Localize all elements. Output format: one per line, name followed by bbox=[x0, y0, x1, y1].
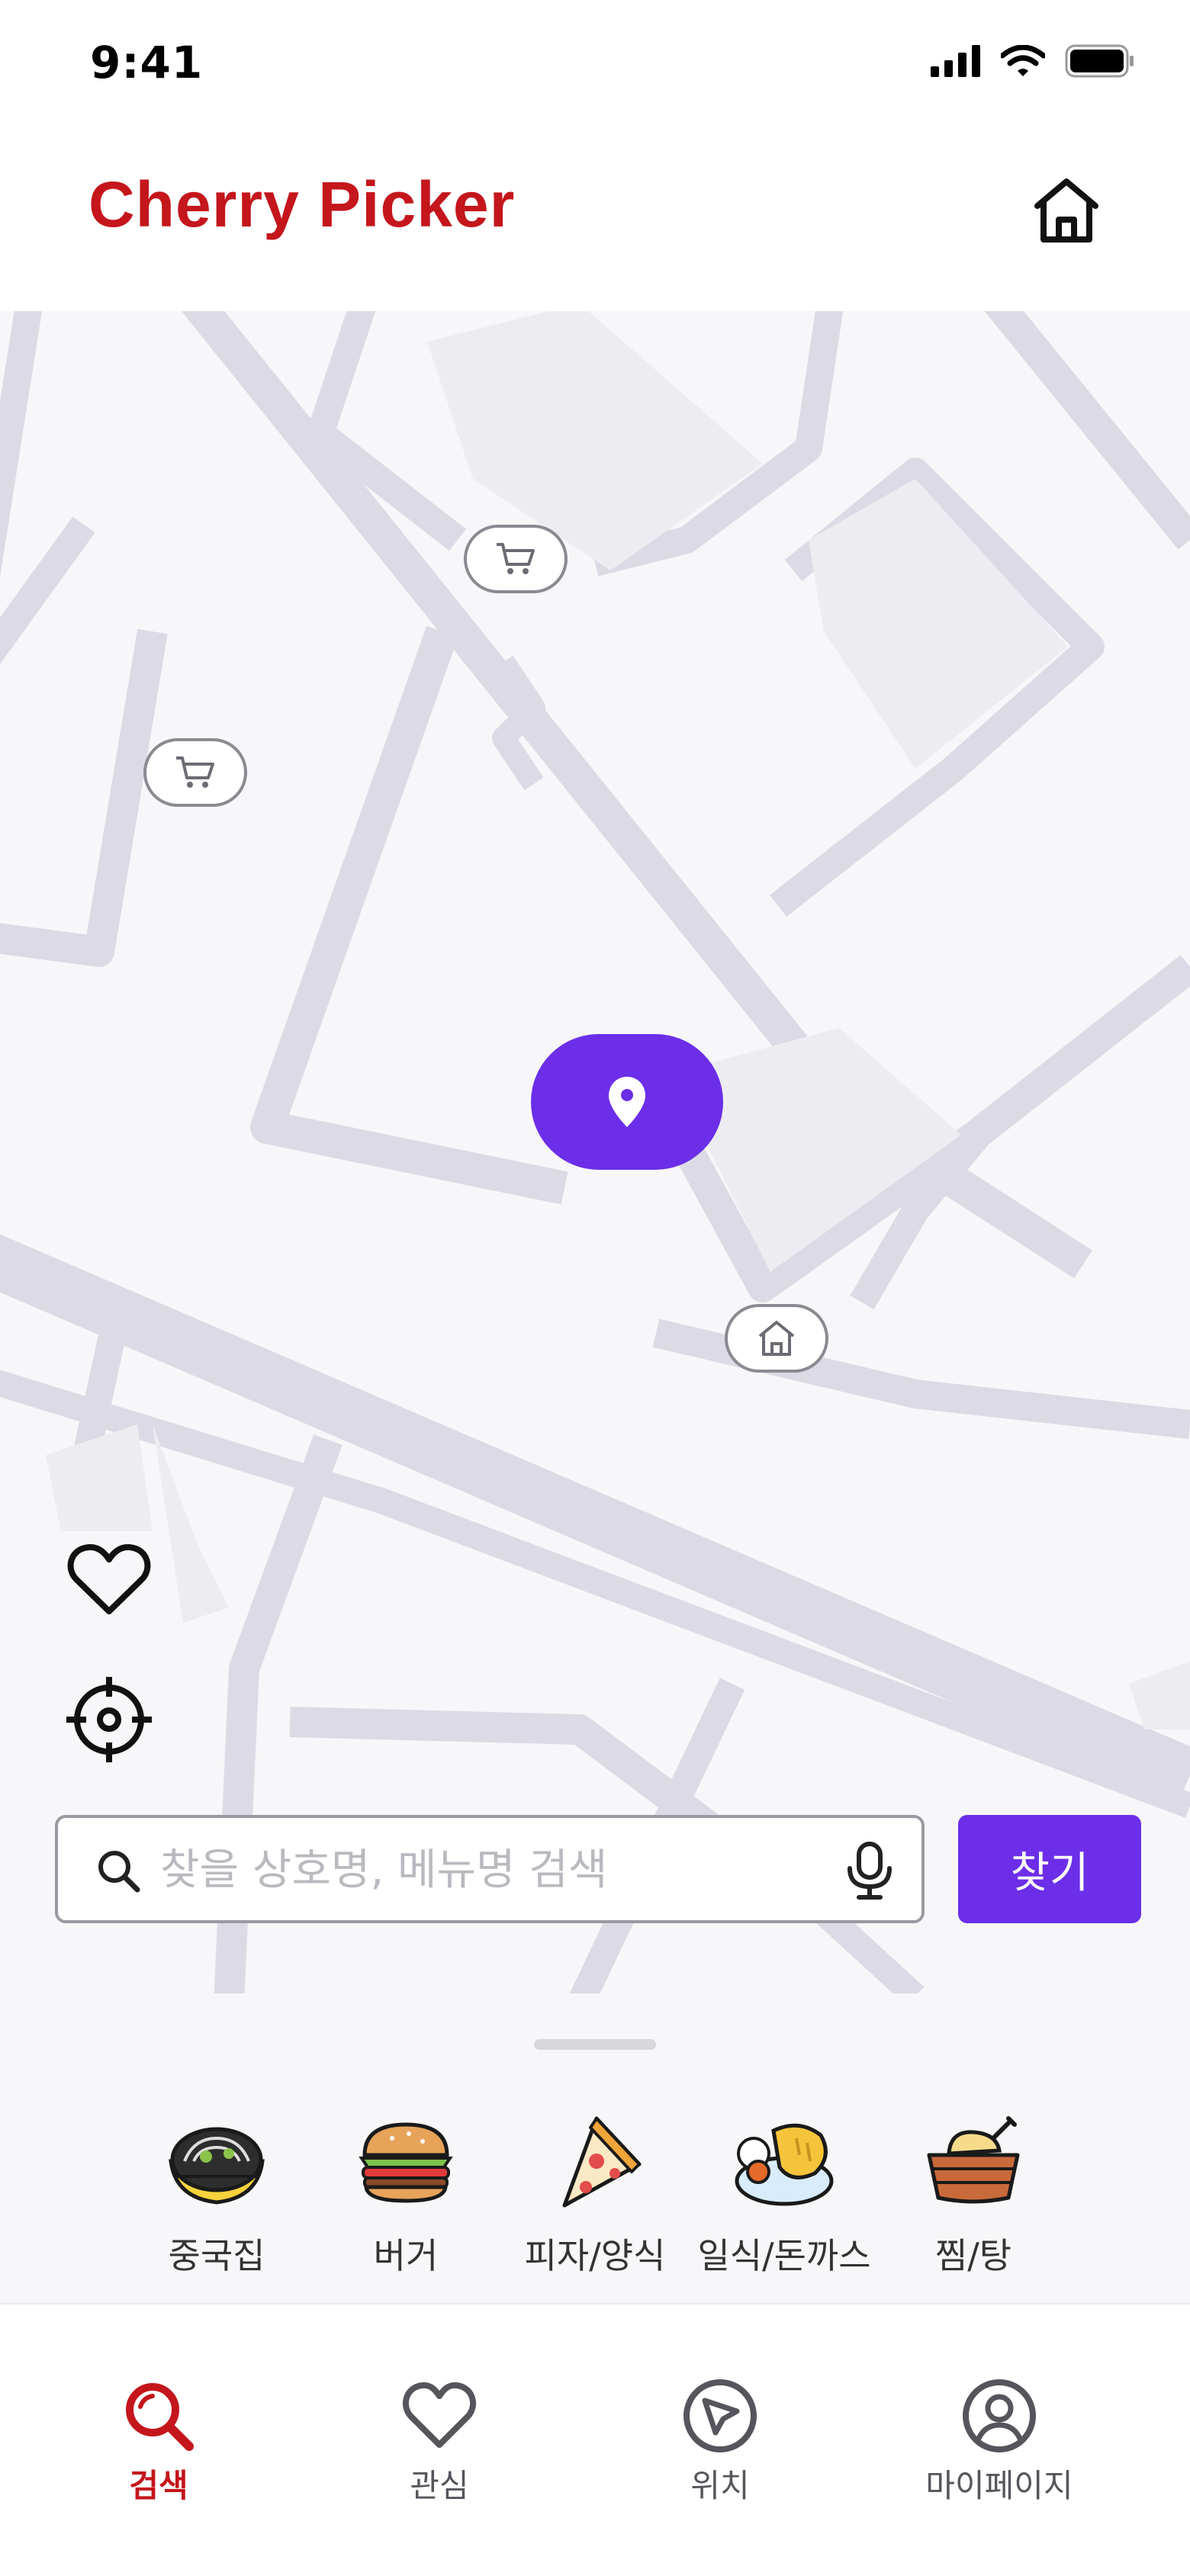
location-pin-icon bbox=[609, 1077, 645, 1127]
tab-search[interactable]: 검색 bbox=[44, 2378, 273, 2507]
profile-icon bbox=[963, 2379, 1036, 2452]
tab-favorites[interactable]: 관심 bbox=[325, 2378, 554, 2507]
tonkatsu-icon bbox=[735, 2123, 834, 2206]
map-marker-cart[interactable] bbox=[464, 525, 568, 593]
status-bar: 9:41 bbox=[0, 0, 1190, 130]
burger-icon bbox=[359, 2122, 453, 2203]
find-button[interactable]: 찾기 bbox=[958, 1815, 1141, 1923]
status-time: 9:41 bbox=[90, 37, 204, 88]
search-box[interactable] bbox=[55, 1815, 925, 1923]
map-marker-home[interactable] bbox=[725, 1304, 828, 1373]
microphone-icon[interactable] bbox=[844, 1841, 896, 1900]
pizza-icon bbox=[562, 2116, 642, 2208]
tab-label: 위치 bbox=[690, 2467, 750, 2504]
heart-icon bbox=[67, 1543, 151, 1614]
map-marker-cart[interactable] bbox=[143, 738, 247, 807]
tab-label: 마이페이지 bbox=[925, 2467, 1073, 2504]
favorite-button[interactable] bbox=[60, 1530, 159, 1629]
tab-mypage[interactable]: 마이페이지 bbox=[885, 2378, 1114, 2507]
cart-icon bbox=[176, 756, 214, 788]
category-label: 찜/탕 bbox=[934, 2235, 1012, 2276]
my-location-button[interactable] bbox=[60, 1670, 159, 1769]
search-icon bbox=[126, 2383, 194, 2451]
category-label: 피자/양식 bbox=[524, 2235, 666, 2276]
current-location-marker[interactable] bbox=[531, 1034, 723, 1170]
category-burger[interactable]: 버거 bbox=[311, 2108, 500, 2279]
navigation-icon bbox=[683, 2379, 757, 2452]
crosshair-icon bbox=[66, 1677, 152, 1762]
tab-location[interactable]: 위치 bbox=[606, 2378, 835, 2507]
category-chinese[interactable]: 중국집 bbox=[122, 2108, 311, 2279]
category-pizza[interactable]: 피자/양식 bbox=[500, 2108, 690, 2279]
search-icon bbox=[98, 1851, 140, 1893]
cart-icon bbox=[497, 543, 535, 574]
home-button[interactable] bbox=[1027, 171, 1106, 250]
battery-icon bbox=[1065, 44, 1134, 78]
heart-icon bbox=[402, 2382, 477, 2448]
app-title: Cherry Picker bbox=[88, 169, 516, 240]
stew-basket-icon bbox=[927, 2116, 1020, 2204]
cellular-signal-icon bbox=[931, 45, 980, 77]
sheet-drag-handle[interactable] bbox=[534, 2039, 656, 2050]
tab-label: 관심 bbox=[410, 2467, 469, 2504]
category-label: 중국집 bbox=[168, 2235, 265, 2276]
noodle-bowl-icon bbox=[169, 2127, 265, 2205]
category-label: 버거 bbox=[373, 2235, 439, 2276]
home-icon bbox=[758, 1321, 795, 1356]
map-view[interactable] bbox=[0, 311, 1190, 1993]
bottom-tab-bar: 검색 관심 위치 마이페이지 bbox=[0, 2303, 1190, 2576]
search-input[interactable] bbox=[160, 1839, 831, 1900]
home-icon bbox=[1034, 178, 1098, 243]
category-sheet: 중국집 버거 피자/양식 일식/돈까스 찜/탕 bbox=[0, 1993, 1190, 2303]
category-stew[interactable]: 찜/탕 bbox=[879, 2108, 1068, 2279]
tab-label: 검색 bbox=[129, 2467, 188, 2504]
app-header: Cherry Picker bbox=[0, 130, 1190, 311]
status-icons bbox=[931, 44, 1135, 78]
category-japanese[interactable]: 일식/돈까스 bbox=[690, 2108, 879, 2279]
category-label: 일식/돈까스 bbox=[697, 2235, 871, 2276]
wifi-icon bbox=[1001, 45, 1045, 76]
